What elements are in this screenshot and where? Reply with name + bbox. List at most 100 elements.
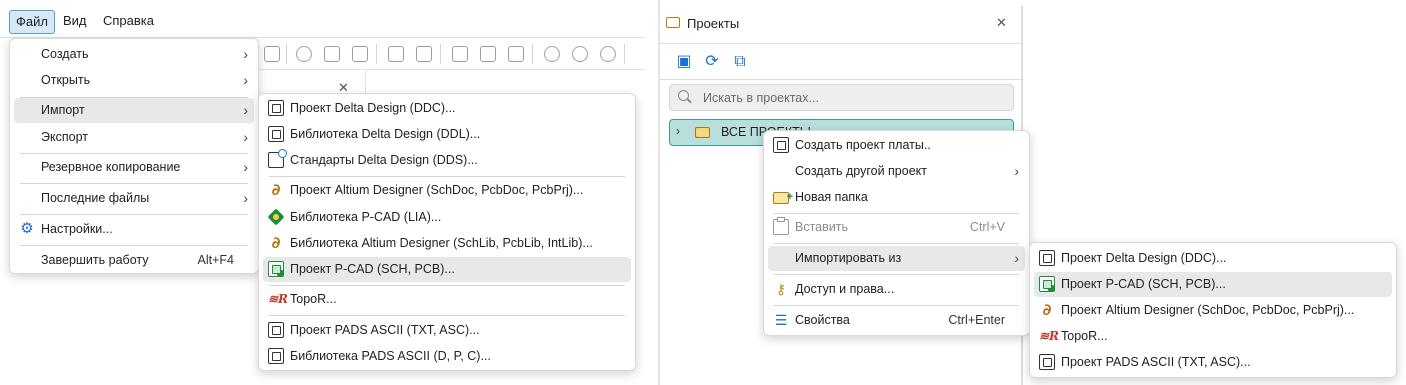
ctx-import-from[interactable]: Импортировать из ›: [768, 246, 1025, 271]
pin-icon[interactable]: ✕: [996, 15, 1007, 31]
import-altium-library[interactable]: ∂ Библиотека Altium Designer (SchLib, Pc…: [263, 231, 631, 256]
file-menu-import[interactable]: Импорт ›: [14, 98, 254, 123]
delta-project-icon: [1039, 250, 1055, 266]
file-menu-backup[interactable]: Резервное копирование ›: [14, 155, 254, 180]
menu-item-label: Импорт: [41, 103, 85, 117]
import-from-submenu: Проект Delta Design (DDC)... Проект P-CA…: [1029, 242, 1397, 378]
menu-item-label: Настройки...: [41, 222, 113, 236]
ctx-access-rights[interactable]: ⚷ Доступ и права...: [768, 277, 1025, 302]
menu-separator: [20, 183, 248, 184]
menu-item-label: Библиотека P-CAD (LIA)...: [290, 210, 442, 224]
new-project-icon[interactable]: ▣: [676, 54, 692, 70]
menu-separator: [269, 315, 625, 316]
import-altium-project[interactable]: ∂ Проект Altium Designer (SchDoc, PcbDoc…: [263, 178, 631, 203]
import-pcad-project[interactable]: Проект P-CAD (SCH, PCB)...: [263, 257, 631, 282]
folder-icon: [666, 17, 680, 28]
menu-item-label: TopoR...: [1061, 329, 1108, 343]
menu-separator: [269, 176, 625, 177]
menu-item-label: Последние файлы: [41, 191, 150, 205]
import-delta-library[interactable]: Библиотека Delta Design (DDL)...: [263, 122, 631, 147]
file-menu-export[interactable]: Экспорт ›: [14, 125, 254, 150]
refresh-icon[interactable]: ⟳: [704, 54, 720, 70]
import-delta-project[interactable]: Проект Delta Design (DDC)...: [263, 96, 631, 121]
importfrom-pcad-project[interactable]: Проект P-CAD (SCH, PCB)...: [1034, 272, 1392, 297]
file-menu-settings[interactable]: ⚙ Настройки...: [14, 217, 254, 242]
validate-icon[interactable]: [480, 46, 496, 62]
chevron-right-icon: ›: [243, 190, 248, 206]
menu-item-label: Проект PADS ASCII (TXT, ASC)...: [1061, 355, 1251, 369]
menu-item-label: Свойства: [795, 313, 850, 327]
chevron-right-icon: ›: [243, 72, 248, 88]
layer-icon[interactable]: [544, 46, 560, 62]
menu-separator: [774, 213, 1019, 214]
menu-separator: [774, 243, 1019, 244]
select-icon[interactable]: [388, 46, 404, 62]
menu-item-label: Создать другой проект: [795, 164, 927, 178]
menu-view[interactable]: Вид: [57, 10, 93, 34]
menu-item-label: Открыть: [41, 73, 91, 87]
ctx-paste[interactable]: Вставить Ctrl+V: [768, 215, 1025, 240]
delta-project-icon: [268, 100, 284, 116]
layers-icon[interactable]: [572, 46, 588, 62]
file-menu-exit[interactable]: Завершить работу Alt+F4: [14, 248, 254, 273]
collapse-all-icon[interactable]: ⧉: [732, 54, 748, 70]
pcad-project-icon: [1039, 276, 1055, 292]
menu-item-label: Доступ и права...: [795, 282, 895, 296]
chevron-right-icon: ›: [243, 159, 248, 175]
ctx-create-other-project[interactable]: Создать другой проект ›: [768, 159, 1025, 184]
ctx-new-folder[interactable]: Новая папка: [768, 185, 1025, 210]
zoom-icon[interactable]: [264, 46, 280, 62]
import-pads-library[interactable]: Библиотека PADS ASCII (D, P, C)...: [263, 344, 631, 369]
layers-stack-icon[interactable]: [600, 46, 616, 62]
chevron-right-icon: ›: [243, 129, 248, 145]
menu-item-label: Стандарты Delta Design (DDS)...: [290, 153, 478, 167]
importfrom-pads-project[interactable]: Проект PADS ASCII (TXT, ASC)...: [1034, 350, 1392, 375]
import-pcad-library[interactable]: Библиотека P-CAD (LIA)...: [263, 205, 631, 230]
delta-standards-icon: [268, 149, 287, 168]
pcad-library-icon: [267, 208, 285, 226]
pads-project-icon: [268, 322, 284, 338]
menu-item-label: Проект Altium Designer (SchDoc, PcbDoc, …: [290, 183, 584, 197]
tools-icon[interactable]: [508, 46, 524, 62]
ctx-create-board-project[interactable]: Создать проект платы..: [768, 133, 1025, 158]
find-icon[interactable]: [416, 46, 432, 62]
menu-separator: [20, 153, 248, 154]
shortcut-label: Ctrl+Enter: [948, 313, 1005, 327]
board-project-icon: [773, 137, 789, 153]
shortcut-label: Alt+F4: [197, 253, 234, 267]
import-topor[interactable]: ≋R TopoR...: [263, 287, 631, 312]
export-icon[interactable]: [352, 46, 368, 62]
menu-item-label: Библиотека Delta Design (DDL)...: [290, 127, 481, 141]
menu-item-label: Проект PADS ASCII (TXT, ASC)...: [290, 323, 480, 337]
importfrom-altium-project[interactable]: ∂ Проект Altium Designer (SchDoc, PcbDoc…: [1034, 298, 1392, 323]
import-delta-standards[interactable]: Стандарты Delta Design (DDS)...: [263, 148, 631, 173]
menu-item-label: Завершить работу: [41, 253, 149, 267]
refresh-icon[interactable]: [296, 46, 312, 62]
importfrom-delta-project[interactable]: Проект Delta Design (DDC)...: [1034, 246, 1392, 271]
chevron-right-icon: ›: [1014, 250, 1019, 266]
topor-icon: ≋R: [268, 292, 289, 306]
panel-title: Проекты: [687, 16, 740, 31]
search-input[interactable]: [703, 87, 1003, 108]
file-menu-open[interactable]: Открыть ›: [14, 68, 254, 93]
menu-separator: [20, 214, 248, 215]
ctx-properties[interactable]: ☰ Свойства Ctrl+Enter: [768, 308, 1025, 333]
pads-library-icon: [268, 348, 284, 364]
importfrom-topor[interactable]: ≋R TopoR...: [1034, 324, 1392, 349]
menu-help[interactable]: Справка: [97, 10, 160, 34]
menu-item-label: TopoR...: [290, 292, 337, 306]
chevron-right-icon: ›: [1014, 163, 1019, 179]
menu-file[interactable]: Файл: [9, 10, 55, 34]
menu-item-label: Создать проект платы..: [795, 138, 931, 152]
search-icon: [678, 90, 689, 101]
folder-icon: [695, 127, 710, 138]
menu-separator: [20, 245, 248, 246]
check-icon[interactable]: [452, 46, 468, 62]
chevron-right-icon[interactable]: ›: [676, 124, 680, 138]
file-menu-recent[interactable]: Последние файлы ›: [14, 186, 254, 211]
key-icon: ⚷: [775, 281, 787, 297]
document-icon[interactable]: [324, 46, 340, 62]
import-pads-project[interactable]: Проект PADS ASCII (TXT, ASC)...: [263, 318, 631, 343]
menu-item-label: Вставить: [795, 220, 848, 234]
file-menu-create[interactable]: Создать ›: [14, 42, 254, 67]
